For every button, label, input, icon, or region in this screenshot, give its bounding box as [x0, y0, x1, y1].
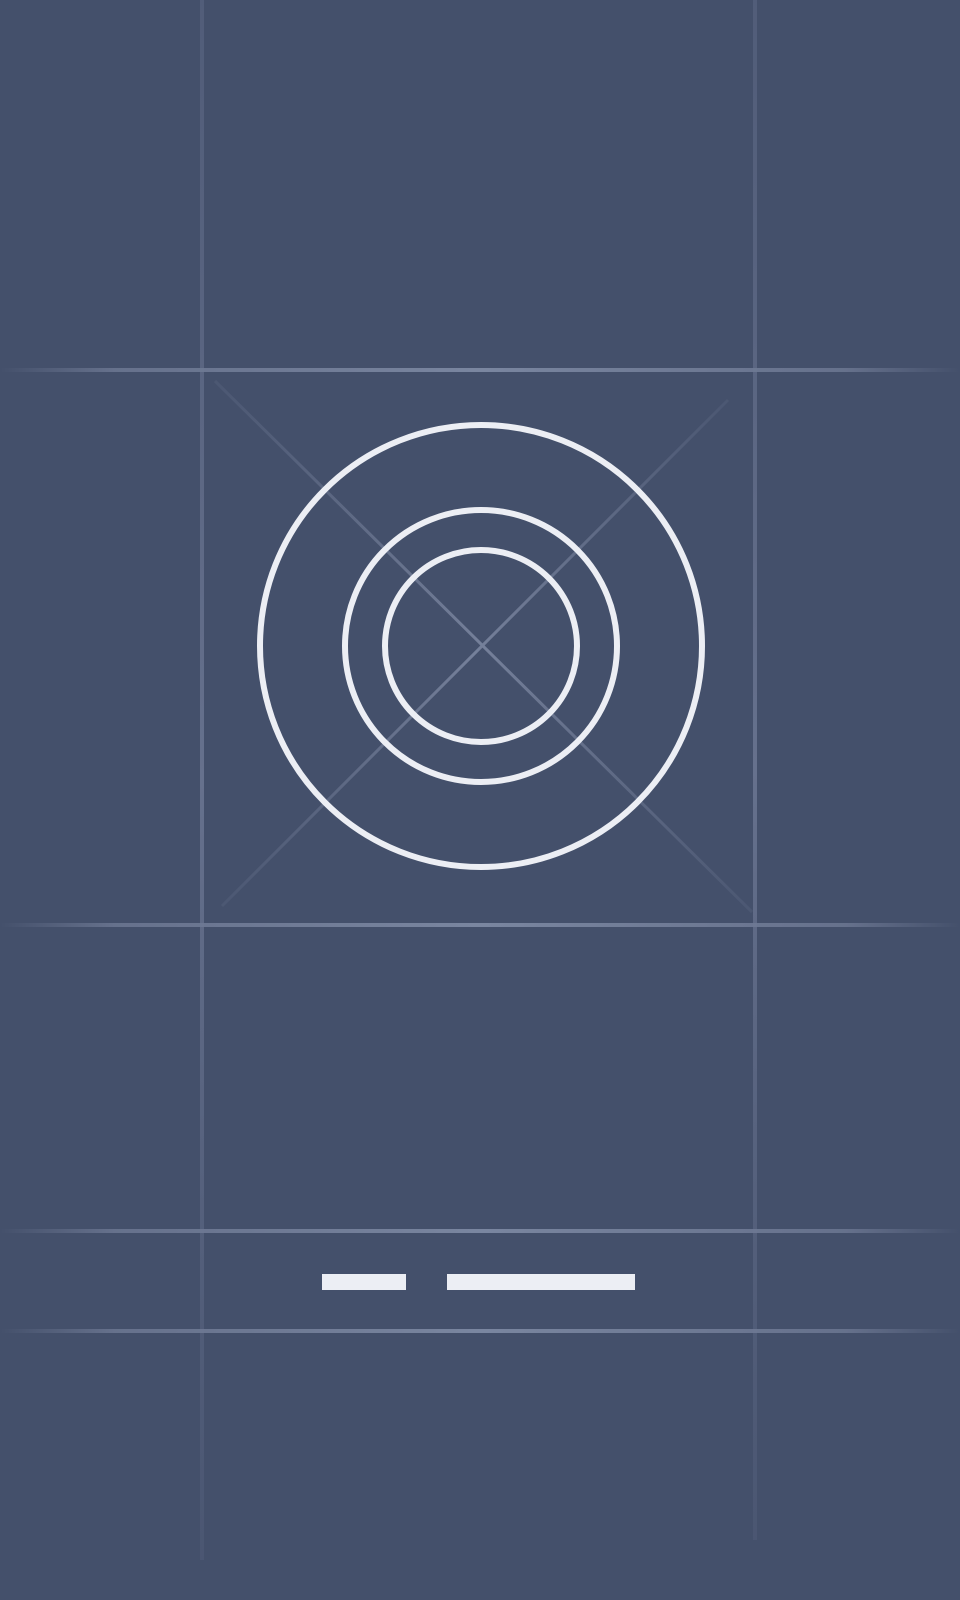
guide-line-vertical-right [753, 0, 757, 1540]
placeholder-word-1 [322, 1274, 406, 1290]
guide-line-diagonal-2 [220, 398, 730, 908]
guide-line-horizontal-1 [0, 368, 960, 372]
guide-line-horizontal-4 [0, 1329, 960, 1333]
loading-text-placeholder [322, 1274, 635, 1290]
guide-line-vertical-left [200, 0, 204, 1560]
splash-screen [0, 0, 960, 1600]
placeholder-word-2 [447, 1274, 635, 1290]
guide-line-horizontal-2 [0, 923, 960, 927]
guide-line-horizontal-3 [0, 1229, 960, 1233]
splash-graphic [0, 0, 960, 1560]
